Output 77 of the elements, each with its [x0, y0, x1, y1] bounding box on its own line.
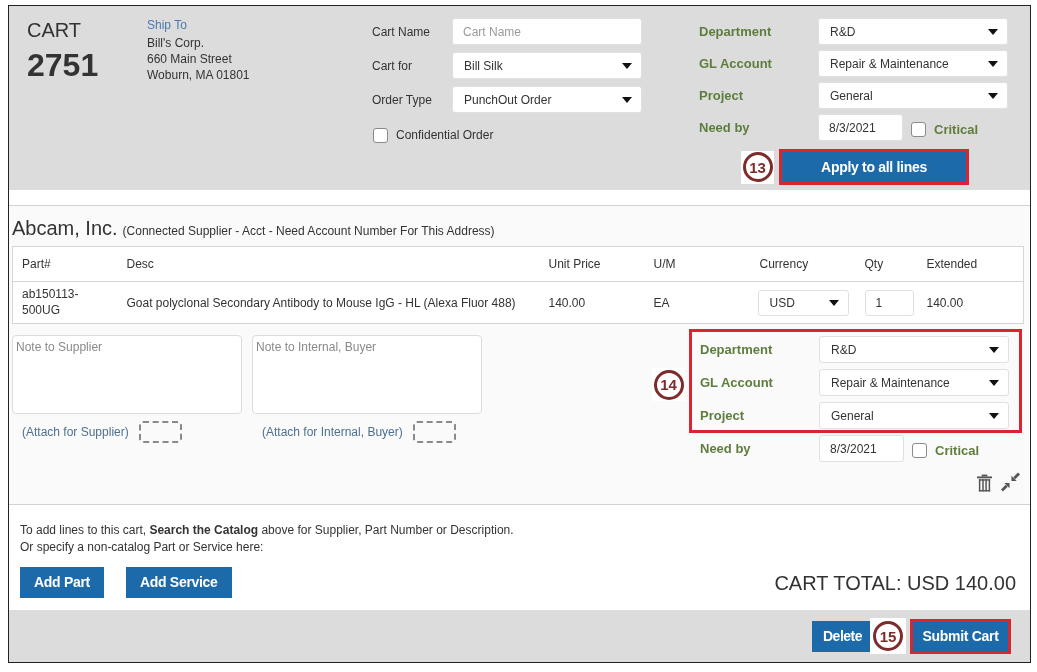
caret-icon: [622, 96, 632, 103]
dropdown[interactable]: Repair & Maintenance: [818, 50, 1008, 77]
field-label: Cart Name: [372, 23, 431, 41]
field-label: Order Type: [372, 91, 433, 109]
text-field[interactable]: Cart Name: [452, 18, 642, 45]
column-header: Unit Price: [548, 257, 601, 271]
address-line: Woburn, MA 01801: [147, 67, 250, 83]
column-header: U/M: [653, 257, 676, 271]
attachment-drop-field[interactable]: [138, 421, 182, 443]
column-header: Extended: [926, 257, 978, 271]
field-label: GL Account: [699, 54, 773, 73]
table-cell: EA: [653, 295, 670, 310]
dropdown[interactable]: USD: [757, 289, 849, 316]
supplier-note: (Connected Supplier - Acct - Need Account Number For This Address): [122, 223, 495, 240]
dropdown[interactable]: Bill Silk: [452, 52, 642, 79]
field-label: Department: [699, 22, 773, 41]
trash-icon[interactable]: [977, 474, 992, 492]
table-cell: Goat polyclonal Secondary Antibody to Mouse IgG - HL (Alexa Fluor 488): [126, 295, 516, 310]
caret-icon: [988, 28, 998, 35]
add-line-button[interactable]: Add Part: [20, 567, 104, 598]
instruction-text: Or specify a non-catalog Part or Service here:: [20, 539, 264, 556]
checkbox[interactable]: [373, 127, 388, 143]
add-line-button[interactable]: Add Service: [125, 567, 232, 598]
caret-icon: [989, 412, 999, 419]
table-cell-text: ab150113-500UG: [22, 286, 80, 318]
field-label: GL Account: [700, 373, 774, 392]
table-cell: 140.00: [926, 295, 964, 310]
supplier-name: Abcam, Inc.: [12, 216, 118, 240]
cart-total: CART TOTAL: USD 140.00: [774, 571, 1016, 594]
step-marker: 14: [652, 368, 685, 401]
dropdown[interactable]: Repair & Maintenance: [819, 369, 1009, 396]
step-marker: 15: [870, 618, 906, 654]
attachment-drop-field[interactable]: [412, 421, 456, 443]
field-label: Need by: [700, 439, 752, 458]
cart-title: CART: [27, 18, 82, 42]
note-field[interactable]: Note to Supplier: [12, 335, 242, 414]
caret-icon: [828, 299, 839, 306]
column-header: Desc: [126, 257, 154, 271]
date-field[interactable]: 8/3/2021: [819, 435, 904, 462]
table-cell: 140.00: [548, 295, 586, 310]
dropdown[interactable]: General: [819, 402, 1009, 429]
note-field[interactable]: Note to Internal, Buyer: [252, 335, 482, 414]
field-label: Need by: [699, 118, 751, 137]
checkbox-label: Critical: [934, 120, 979, 139]
field-label: Project: [700, 406, 746, 425]
submit-cart-button[interactable]: Submit Cart: [910, 618, 1011, 654]
caret-icon: [988, 60, 998, 67]
compress-arrows-icon[interactable]: [1001, 472, 1020, 492]
caret-icon: [989, 346, 999, 353]
date-field[interactable]: 8/3/2021: [818, 114, 903, 141]
checkbox[interactable]: [911, 121, 926, 137]
column-header: Part#: [22, 257, 51, 271]
apply-to-all-lines-button[interactable]: Apply to all lines: [779, 149, 969, 185]
delete-button[interactable]: Delete: [812, 620, 870, 652]
checkbox[interactable]: [912, 442, 927, 458]
cart-number: 2751: [27, 47, 99, 83]
instruction-text: To add lines to this cart, Search the Catalog above for Supplier, Part Number or Description.: [20, 522, 514, 539]
dropdown[interactable]: R&D: [819, 336, 1009, 363]
field-label: Project: [699, 86, 745, 105]
address-line: Bill's Corp.: [147, 35, 205, 51]
checkbox-label: Confidential Order: [396, 127, 494, 144]
column-header: Currency: [759, 257, 809, 271]
dropdown[interactable]: R&D: [818, 18, 1008, 45]
column-header: Qty: [864, 257, 884, 271]
attach-link[interactable]: (Attach for Internal, Buyer): [262, 423, 403, 441]
caret-icon: [622, 62, 632, 69]
caret-icon: [989, 379, 999, 386]
checkbox-label: Critical: [935, 441, 980, 460]
dropdown[interactable]: General: [818, 82, 1008, 109]
quantity-field[interactable]: 1: [864, 289, 914, 316]
field-label: Department: [700, 340, 774, 359]
step-marker: 13: [741, 150, 774, 184]
dropdown[interactable]: PunchOut Order: [452, 86, 642, 113]
caret-icon: [988, 92, 998, 99]
field-label: Cart for: [372, 57, 413, 75]
attach-link[interactable]: (Attach for Supplier): [22, 423, 129, 441]
address-line: 660 Main Street: [147, 51, 233, 67]
